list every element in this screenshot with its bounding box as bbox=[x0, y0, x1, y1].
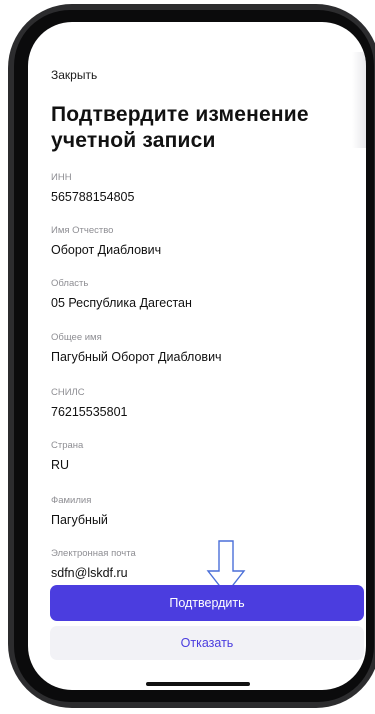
field-label: ИНН bbox=[51, 172, 72, 183]
field-common-name: Общее имя Пагубный Оборот Диаблович bbox=[51, 332, 222, 365]
home-indicator[interactable] bbox=[146, 682, 250, 686]
close-link[interactable]: Закрыть bbox=[51, 68, 97, 82]
field-value: Оборот Диаблович bbox=[51, 243, 162, 257]
field-email: Электронная почта sdfn@lskdf.ru bbox=[51, 548, 136, 581]
screen-edge-shadow bbox=[352, 52, 366, 148]
field-inn: ИНН 565788154805 bbox=[51, 172, 134, 205]
field-value: RU bbox=[51, 458, 70, 472]
field-region: Область 05 Республика Дагестан bbox=[51, 278, 192, 311]
field-label: Имя Отчество bbox=[51, 225, 114, 236]
field-country: Страна RU bbox=[51, 440, 83, 473]
field-snils: СНИЛС 76215535801 bbox=[51, 387, 127, 420]
field-value: Пагубный Оборот Диаблович bbox=[51, 350, 222, 364]
field-label: Область bbox=[51, 278, 89, 289]
phone-screen: Закрыть Подтвердите изменение учетной за… bbox=[28, 22, 366, 690]
field-value: Пагубный bbox=[51, 513, 108, 527]
field-value: 76215535801 bbox=[51, 405, 128, 419]
field-label: СНИЛС bbox=[51, 387, 85, 398]
page-title: Подтвердите изменение учетной записи bbox=[51, 103, 309, 152]
field-label: Электронная почта bbox=[51, 548, 136, 559]
field-value: sdfn@lskdf.ru bbox=[51, 566, 128, 580]
field-value: 565788154805 bbox=[51, 190, 135, 204]
device-mockup: Закрыть Подтвердите изменение учетной за… bbox=[0, 0, 375, 714]
field-surname: Фамилия Пагубный bbox=[51, 495, 108, 528]
confirm-button[interactable]: Подтвердить bbox=[50, 585, 364, 621]
field-value: 05 Республика Дагестан bbox=[51, 296, 192, 310]
field-label: Фамилия bbox=[51, 495, 92, 506]
reject-button[interactable]: Отказать bbox=[50, 626, 364, 660]
field-name-patronymic: Имя Отчество Оборот Диаблович bbox=[51, 225, 161, 258]
field-label: Общее имя bbox=[51, 332, 102, 343]
field-label: Страна bbox=[51, 440, 84, 451]
